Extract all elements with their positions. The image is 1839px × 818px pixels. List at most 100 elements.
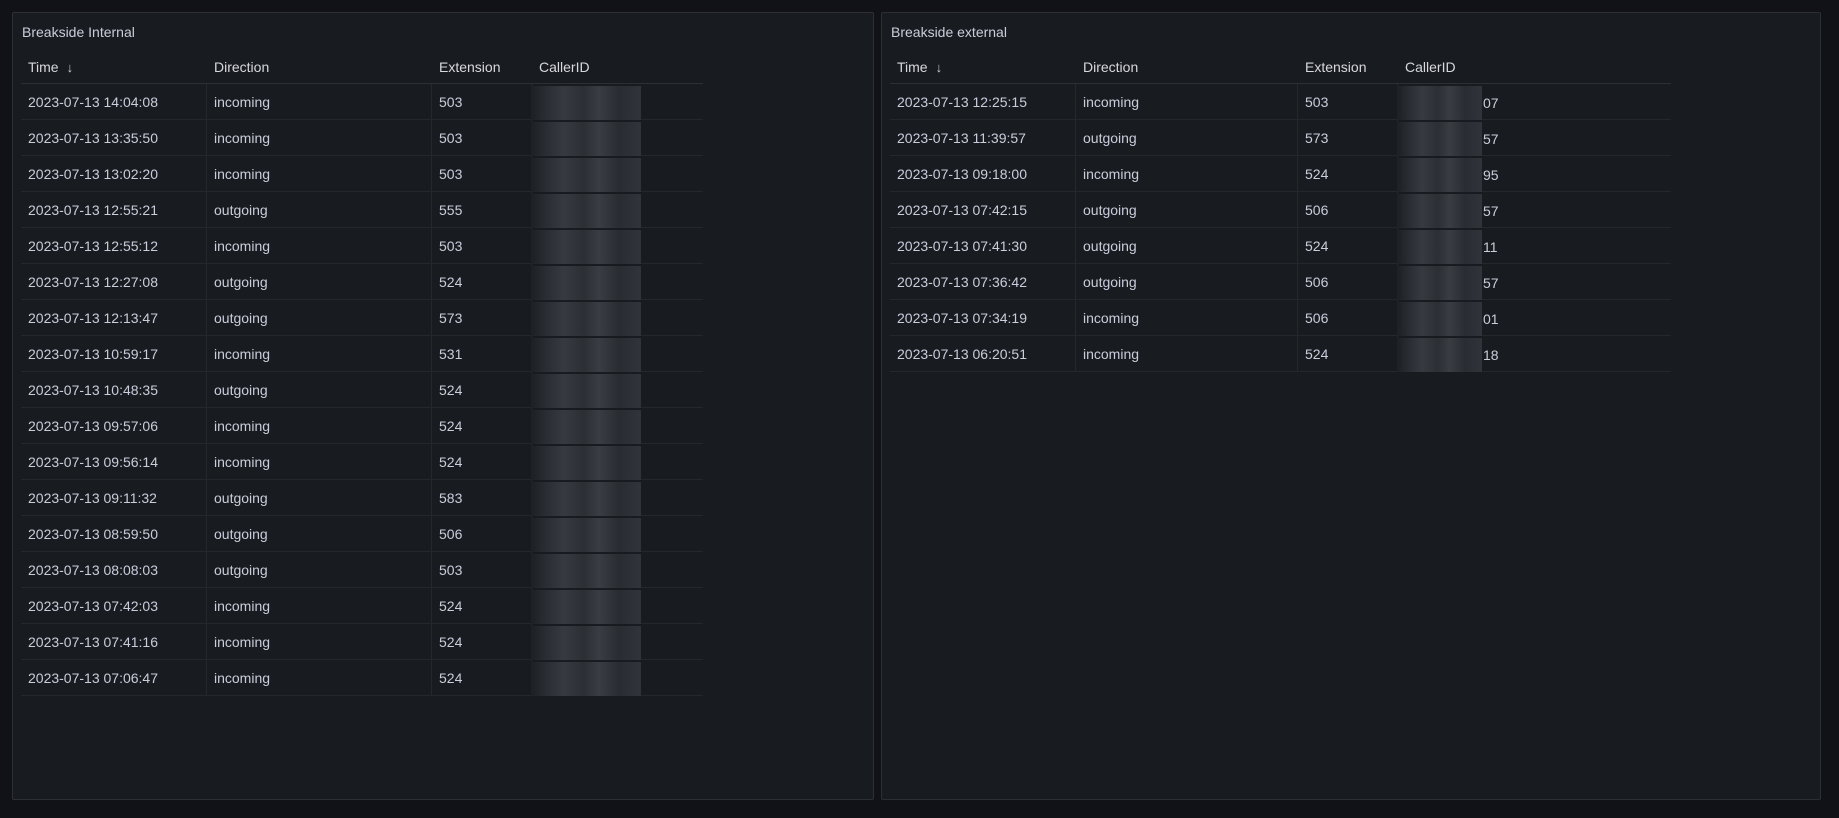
column-header-direction[interactable]: Direction	[207, 51, 432, 83]
redacted-callerid	[531, 122, 641, 157]
cell-time: 2023-07-13 07:42:03	[21, 588, 207, 623]
callerid-suffix: 01	[1483, 311, 1499, 328]
cell-time: 2023-07-13 09:18:00	[890, 156, 1076, 191]
column-header-direction[interactable]: Direction	[1076, 51, 1298, 83]
cell-direction: incoming	[1076, 156, 1298, 191]
table-row: 2023-07-13 09:11:32 outgoing 583	[21, 480, 703, 517]
cell-direction: incoming	[207, 588, 432, 623]
table-row: 2023-07-13 11:39:57 outgoing 573 57	[890, 120, 1671, 157]
cell-extension: 524	[432, 408, 532, 443]
cell-callerid	[531, 444, 703, 481]
cell-direction: outgoing	[207, 552, 432, 587]
cell-direction: incoming	[207, 228, 432, 263]
redacted-callerid	[531, 626, 641, 661]
cell-direction: incoming	[1076, 300, 1298, 335]
column-header-callerid[interactable]: CallerID	[532, 51, 703, 83]
cell-callerid: 95	[1397, 156, 1671, 193]
arrow-down-icon: ↓	[935, 60, 943, 75]
callerid-suffix: 57	[1483, 275, 1499, 292]
cell-extension: 503	[432, 228, 532, 263]
cell-direction: outgoing	[207, 480, 432, 515]
cell-time: 2023-07-13 07:34:19	[890, 300, 1076, 335]
table-row: 2023-07-13 12:25:15 incoming 503 07	[890, 84, 1671, 121]
cell-callerid	[531, 516, 703, 553]
cell-callerid	[531, 588, 703, 625]
redacted-callerid	[531, 230, 641, 265]
table-header: Time ↓ Direction Extension CallerID	[890, 51, 1671, 84]
cell-extension: 524	[1298, 336, 1398, 371]
cell-direction: incoming	[1076, 84, 1298, 119]
cell-direction: incoming	[207, 120, 432, 155]
cell-extension: 531	[432, 336, 532, 371]
cell-extension: 524	[432, 444, 532, 479]
table-header: Time ↓ Direction Extension CallerID	[21, 51, 703, 84]
cell-callerid	[531, 660, 703, 697]
table-row: 2023-07-13 10:59:17 incoming 531	[21, 336, 703, 373]
redacted-callerid	[1397, 194, 1482, 229]
panel-breakside-internal: Breakside Internal Time ↓ Direction Exten…	[12, 12, 874, 800]
callerid-suffix: 11	[1483, 239, 1498, 256]
calls-table: Time ↓ Direction Extension CallerID 2023-…	[21, 51, 703, 697]
column-header-time[interactable]: Time ↓	[890, 51, 1076, 83]
cell-time: 2023-07-13 11:39:57	[890, 120, 1076, 155]
cell-direction: outgoing	[1076, 228, 1298, 263]
redacted-callerid	[1397, 230, 1482, 265]
redacted-callerid	[531, 410, 641, 445]
callerid-suffix: 07	[1483, 95, 1499, 112]
table-row: 2023-07-13 09:57:06 incoming 524	[21, 408, 703, 445]
cell-extension: 506	[1298, 264, 1398, 299]
table-row: 2023-07-13 09:18:00 incoming 524 95	[890, 156, 1671, 193]
table-row: 2023-07-13 07:34:19 incoming 506 01	[890, 300, 1671, 337]
callerid-suffix: 57	[1483, 131, 1499, 148]
cell-time: 2023-07-13 07:06:47	[21, 660, 207, 695]
redacted-callerid	[531, 338, 641, 373]
callerid-suffix: 18	[1483, 347, 1499, 364]
calls-table: Time ↓ Direction Extension CallerID 2023-…	[890, 51, 1671, 373]
column-header-extension[interactable]: Extension	[1298, 51, 1398, 83]
cell-callerid: 07	[1397, 84, 1671, 121]
cell-extension: 524	[1298, 228, 1398, 263]
cell-time: 2023-07-13 10:59:17	[21, 336, 207, 371]
panel-title[interactable]: Breakside Internal	[22, 22, 135, 42]
cell-direction: outgoing	[207, 300, 432, 335]
redacted-callerid	[531, 518, 641, 553]
cell-time: 2023-07-13 09:56:14	[21, 444, 207, 479]
panel-title[interactable]: Breakside external	[891, 22, 1007, 42]
cell-direction: incoming	[207, 408, 432, 443]
cell-time: 2023-07-13 07:42:15	[890, 192, 1076, 227]
cell-direction: incoming	[207, 624, 432, 659]
arrow-down-icon: ↓	[66, 60, 74, 75]
column-header-callerid[interactable]: CallerID	[1398, 51, 1671, 83]
cell-direction: outgoing	[1076, 120, 1298, 155]
cell-extension: 506	[1298, 300, 1398, 335]
column-header-time[interactable]: Time ↓	[21, 51, 207, 83]
table-row: 2023-07-13 13:35:50 incoming 503	[21, 120, 703, 157]
cell-callerid	[531, 120, 703, 157]
column-header-extension[interactable]: Extension	[432, 51, 532, 83]
cell-time: 2023-07-13 12:55:12	[21, 228, 207, 263]
cell-direction: incoming	[207, 660, 432, 695]
cell-direction: outgoing	[207, 192, 432, 227]
table-body: 2023-07-13 12:25:15 incoming 503 07 2023-07-…	[890, 84, 1671, 373]
redacted-callerid	[1397, 86, 1482, 121]
cell-extension: 524	[432, 372, 532, 407]
cell-callerid	[531, 480, 703, 517]
cell-direction: outgoing	[1076, 264, 1298, 299]
table-row: 2023-07-13 12:55:12 incoming 503	[21, 228, 703, 265]
cell-callerid: 18	[1397, 336, 1671, 373]
redacted-callerid	[1397, 158, 1482, 193]
cell-callerid	[531, 408, 703, 445]
redacted-callerid	[531, 266, 641, 301]
redacted-callerid	[531, 86, 641, 121]
cell-extension: 524	[432, 660, 532, 695]
redacted-callerid	[1397, 122, 1482, 157]
cell-time: 2023-07-13 06:20:51	[890, 336, 1076, 371]
cell-time: 2023-07-13 09:57:06	[21, 408, 207, 443]
cell-extension: 583	[432, 480, 532, 515]
cell-direction: outgoing	[207, 516, 432, 551]
cell-extension: 506	[1298, 192, 1398, 227]
table-row: 2023-07-13 12:13:47 outgoing 573	[21, 300, 703, 337]
redacted-callerid	[531, 446, 641, 481]
cell-time: 2023-07-13 12:13:47	[21, 300, 207, 335]
cell-extension: 524	[432, 264, 532, 299]
